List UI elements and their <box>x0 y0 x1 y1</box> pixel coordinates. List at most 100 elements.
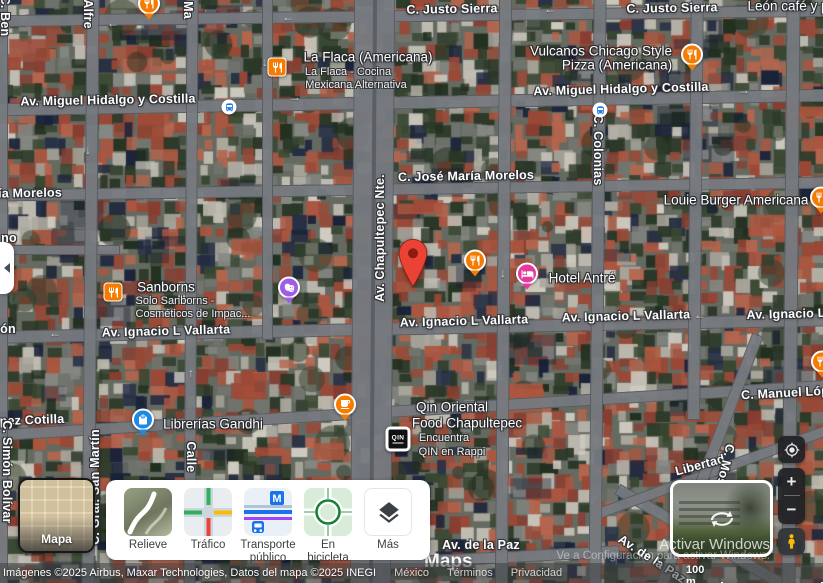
scale-label: 100 m <box>686 564 705 583</box>
imagery-attribution: Imágenes ©2025 Airbus, Maxar Technologie… <box>3 567 377 579</box>
transit-stop-marker[interactable] <box>221 99 237 115</box>
poi-marker-tail <box>687 64 697 71</box>
one-way-arrow-icon: ↓ <box>500 266 506 280</box>
red-pin-icon <box>398 238 428 288</box>
poi-marker-circle <box>681 43 703 66</box>
poi-marker-tail <box>138 429 148 436</box>
poi-label: Qin Oriental <box>415 399 489 415</box>
shopping-marker[interactable] <box>132 408 154 436</box>
qin-logo: QIN <box>385 426 411 452</box>
poi-marker-tail <box>470 270 480 277</box>
one-way-arrow-icon: ← <box>49 326 61 340</box>
restaurant-ad-marker[interactable] <box>103 282 123 302</box>
side-panel-collapse-button[interactable] <box>0 242 14 294</box>
destination-pin[interactable] <box>396 238 430 293</box>
my-location-button[interactable] <box>778 436 805 463</box>
layer-label: Relieve <box>128 539 168 551</box>
attraction-marker[interactable] <box>278 276 300 304</box>
poi-marker-circle <box>464 249 486 272</box>
zoom-control: + − <box>778 468 805 524</box>
poi-label: La Flaca (Americana) <box>303 49 433 65</box>
poi-marker-tail <box>522 283 532 290</box>
poi-marker-square <box>103 282 123 302</box>
one-way-arrow-icon: ← <box>282 10 294 24</box>
poi-label: Solo Sanborns - <box>135 295 215 307</box>
map-type-label: Mapa <box>41 532 72 546</box>
my-location-icon <box>784 442 799 457</box>
cycling-icon <box>304 488 352 536</box>
poi-label: Librerías Gandhi <box>163 416 263 432</box>
cafe-marker[interactable] <box>334 393 356 421</box>
scale-bar: 100 m <box>686 564 823 583</box>
one-way-arrow-icon: ← <box>544 2 556 16</box>
street-label: C. Colonias <box>591 114 605 186</box>
restaurant-marker[interactable] <box>464 249 486 277</box>
zoom-in-button[interactable]: + <box>778 468 805 495</box>
layers-icon <box>364 488 412 536</box>
map-canvas[interactable]: ← ← ← ← → → ← ← ↓ ↓ ↑ ↓ C. Justo Sierra C. Justo Sier… <box>0 0 823 583</box>
poi-marker-circle <box>132 408 154 431</box>
transit-stop-marker[interactable] <box>592 102 608 118</box>
poi-label: Sanborns <box>137 279 195 295</box>
poi-label: Mexicana Alternativa <box>305 79 407 91</box>
restaurant-ad-marker[interactable] <box>267 57 287 77</box>
restaurant-marker[interactable] <box>810 186 823 214</box>
poi-label: León café y p <box>747 0 823 14</box>
transit-icon: M <box>244 488 292 536</box>
poi-marker-circle <box>278 276 300 299</box>
layers-panel: Relieve Tráfico M Transporte público En … <box>106 480 430 564</box>
one-way-arrow-icon: → <box>289 90 301 104</box>
poi-marker-circle <box>138 0 160 15</box>
chevron-left-icon <box>4 263 10 273</box>
poi-label: Food Chapultepec <box>411 415 523 431</box>
poi-label: QIN en Rappi <box>418 446 486 458</box>
poi-marker-circle <box>516 262 538 285</box>
poi-marker-tail <box>816 207 823 214</box>
attribution-link-mexico[interactable]: México <box>394 567 429 579</box>
layer-label: Transporte público <box>240 539 296 564</box>
restaurant-marker[interactable] <box>681 43 703 71</box>
poi-label: Hotel Antré <box>548 270 616 286</box>
street-label: C. Ben <box>0 0 12 37</box>
restaurant-marker[interactable] <box>138 0 160 20</box>
one-way-arrow-icon: ← <box>107 16 119 30</box>
street-label: Av. Ignacio L <box>746 305 823 323</box>
layer-option-relieve[interactable]: Relieve <box>120 488 176 552</box>
transit-stop-icon <box>221 99 237 115</box>
layer-option-en-bicicleta[interactable]: En bicicleta <box>300 488 356 564</box>
restaurant-marker[interactable] <box>811 350 823 378</box>
poi-marker-circle <box>334 393 356 416</box>
svg-text:M: M <box>272 493 281 505</box>
poi-marker-square <box>267 57 287 77</box>
map-type-button[interactable]: Mapa <box>18 478 95 553</box>
one-way-arrow-icon: ← <box>694 308 706 322</box>
street-label: C. José María Morelos <box>397 167 535 185</box>
layer-label: Tráfico <box>190 539 226 551</box>
rotate-view-icon <box>710 510 733 527</box>
layer-option-transporte-publico[interactable]: M Transporte público <box>240 488 296 564</box>
traffic-icon <box>184 488 232 536</box>
qin-restaurant-marker[interactable]: QIN <box>385 426 411 452</box>
poi-label: La Flaca - Cocina <box>304 66 392 78</box>
street-label: ía Morelos <box>0 185 63 201</box>
street-label: Av. Chapultepec Nte. <box>373 174 387 302</box>
poi-label: Louie Burger Americana <box>663 192 809 208</box>
layer-option-mas[interactable]: Más <box>360 488 416 552</box>
poi-marker-circle <box>811 350 823 373</box>
street-label: Calle <box>184 441 198 473</box>
street-label: C. Simón Bolívar <box>0 420 14 524</box>
zoom-out-button[interactable]: − <box>778 496 805 523</box>
layer-label: En bicicleta <box>307 539 349 564</box>
poi-label: Encuentra <box>418 432 470 444</box>
attribution-link-privacidad[interactable]: Privacidad <box>511 567 562 579</box>
pegman-icon <box>788 534 795 549</box>
attribution-link-terminos[interactable]: Términos <box>447 567 493 579</box>
poi-label: Pizza (Americana) <box>561 57 673 73</box>
pegman-button[interactable] <box>778 528 805 555</box>
hotel-marker[interactable] <box>516 262 538 290</box>
street-view-preview[interactable] <box>670 480 773 557</box>
street <box>0 245 120 255</box>
one-way-arrow-icon: ↑ <box>188 366 194 380</box>
layer-option-trafico[interactable]: Tráfico <box>180 488 236 552</box>
street-label: Alfre <box>81 0 95 29</box>
